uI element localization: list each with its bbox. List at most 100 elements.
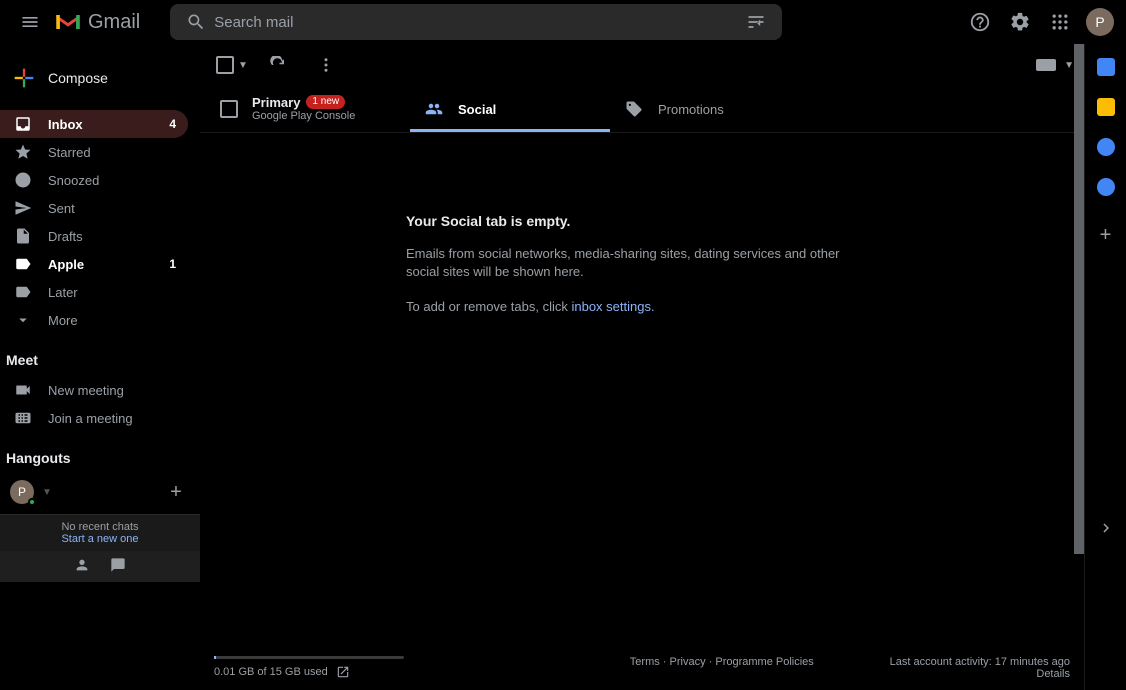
tab-primary-label: Primary — [252, 95, 300, 111]
gmail-logo-text: Gmail — [88, 11, 140, 34]
app-header: Gmail P — [0, 0, 1126, 44]
apps-button[interactable] — [1040, 2, 1080, 42]
main-footer: 0.01 GB of 15 GB used Terms · Privacy · … — [200, 646, 1084, 690]
hangouts-avatar: P — [10, 480, 34, 504]
input-tools-button[interactable] — [1036, 59, 1056, 71]
contacts-addon[interactable] — [1097, 178, 1115, 196]
nav-label-apple[interactable]: Apple 1 — [0, 250, 188, 278]
people-icon — [424, 100, 444, 118]
video-icon — [14, 381, 32, 399]
chat-bubble-icon — [110, 557, 126, 573]
hangouts-section-header: Hangouts — [6, 450, 200, 466]
nav-label: Sent — [48, 201, 176, 216]
presence-indicator — [28, 498, 36, 506]
keyboard-icon — [14, 409, 32, 427]
inbox-settings-link[interactable]: inbox settings. — [571, 299, 654, 314]
footer-policies-link[interactable]: Programme Policies — [715, 656, 813, 668]
scrollbar-thumb[interactable] — [1074, 44, 1084, 554]
tab-promotions[interactable]: Promotions — [610, 86, 810, 132]
main-menu-button[interactable] — [8, 0, 52, 44]
account-avatar[interactable]: P — [1086, 8, 1114, 36]
nav-drafts[interactable]: Drafts — [0, 222, 188, 250]
nav-label: Drafts — [48, 229, 176, 244]
nav-starred[interactable]: Starred — [0, 138, 188, 166]
footer-privacy-link[interactable]: Privacy — [670, 656, 706, 668]
footer-activity: Last account activity: 17 minutes ago — [890, 656, 1070, 668]
chevron-right-icon — [1097, 519, 1115, 537]
footer-terms-link[interactable]: Terms — [630, 656, 660, 668]
empty-description: Emails from social networks, media-shari… — [406, 245, 866, 281]
gmail-logo-icon — [54, 11, 82, 33]
tab-primary[interactable]: Primary 1 new Google Play Console — [200, 86, 410, 132]
category-tabs: Primary 1 new Google Play Console Social… — [200, 86, 1084, 133]
tab-promotions-label: Promotions — [658, 102, 724, 117]
select-dropdown[interactable]: ▼ — [238, 60, 248, 71]
nav-inbox[interactable]: Inbox 4 — [0, 110, 188, 138]
hangouts-avatar-initial: P — [18, 485, 26, 499]
label-icon — [14, 255, 32, 273]
chevron-down-icon — [14, 311, 32, 329]
meet-section-header: Meet — [6, 352, 200, 368]
main-content: ▼ ▼ Primary 1 new Google Play Console — [200, 44, 1084, 690]
tasks-addon[interactable] — [1097, 138, 1115, 156]
tab-social-label: Social — [458, 102, 496, 117]
search-bar — [170, 4, 782, 40]
tab-primary-badge: 1 new — [306, 95, 345, 109]
storage-text: 0.01 GB of 15 GB used — [214, 666, 328, 678]
hangouts-empty-state: No recent chats Start a new one — [0, 514, 200, 551]
nav-label: Inbox — [48, 117, 169, 132]
hamburger-icon — [20, 12, 40, 32]
more-actions-button[interactable] — [308, 47, 344, 83]
get-addons-button[interactable]: + — [1100, 224, 1112, 247]
meet-new-meeting[interactable]: New meeting — [0, 376, 188, 404]
keep-addon[interactable] — [1097, 98, 1115, 116]
search-options-button[interactable] — [738, 4, 774, 40]
calendar-addon[interactable] — [1097, 58, 1115, 76]
nav-label: Apple — [48, 257, 169, 272]
gmail-logo[interactable]: Gmail — [54, 11, 140, 34]
storage-bar — [214, 656, 404, 659]
empty-hint-prefix: To add or remove tabs, click — [406, 299, 571, 314]
gear-icon — [1009, 11, 1031, 33]
nav-more[interactable]: More — [0, 306, 188, 334]
select-all-checkbox[interactable] — [216, 56, 234, 74]
send-icon — [14, 199, 32, 217]
compose-button[interactable]: Compose — [0, 56, 200, 100]
nav-label: Later — [48, 285, 176, 300]
refresh-button[interactable] — [260, 47, 296, 83]
hangouts-start-new[interactable]: Start a new one — [0, 533, 200, 545]
nav-label-later[interactable]: Later — [0, 278, 188, 306]
left-sidebar: Compose Inbox 4 Starred Snoozed Sent Dra… — [0, 44, 200, 690]
side-panel-toggle[interactable] — [1097, 519, 1115, 540]
hangouts-chats-button[interactable] — [106, 557, 130, 576]
mail-toolbar: ▼ ▼ — [200, 44, 1084, 86]
search-button[interactable] — [178, 4, 214, 40]
nav-label: New meeting — [48, 383, 176, 398]
chevron-down-icon: ▼ — [42, 487, 52, 498]
storage-open-button[interactable] — [336, 665, 350, 679]
hangouts-contacts-button[interactable] — [70, 557, 94, 576]
scrollbar[interactable] — [1074, 44, 1084, 554]
footer-details-link[interactable]: Details — [890, 668, 1070, 680]
clock-icon — [14, 171, 32, 189]
search-input[interactable] — [214, 14, 738, 31]
empty-social-content: Your Social tab is empty. Emails from so… — [200, 133, 1084, 646]
person-icon — [74, 557, 90, 573]
help-icon — [969, 11, 991, 33]
nav-label: Join a meeting — [48, 411, 176, 426]
nav-label: More — [48, 313, 176, 328]
hangouts-new-chat-button[interactable]: + — [162, 481, 190, 504]
side-panel: + — [1084, 44, 1126, 690]
nav-sent[interactable]: Sent — [0, 194, 188, 222]
nav-snoozed[interactable]: Snoozed — [0, 166, 188, 194]
hangouts-no-chats: No recent chats — [0, 521, 200, 533]
hangouts-self-row[interactable]: P ▼ + — [0, 474, 200, 510]
more-vert-icon — [317, 56, 335, 74]
file-icon — [14, 227, 32, 245]
input-tools-dropdown[interactable]: ▼ — [1064, 60, 1074, 71]
settings-button[interactable] — [1000, 2, 1040, 42]
nav-label: Starred — [48, 145, 176, 160]
meet-join-meeting[interactable]: Join a meeting — [0, 404, 188, 432]
support-button[interactable] — [960, 2, 1000, 42]
tab-social[interactable]: Social — [410, 86, 610, 132]
